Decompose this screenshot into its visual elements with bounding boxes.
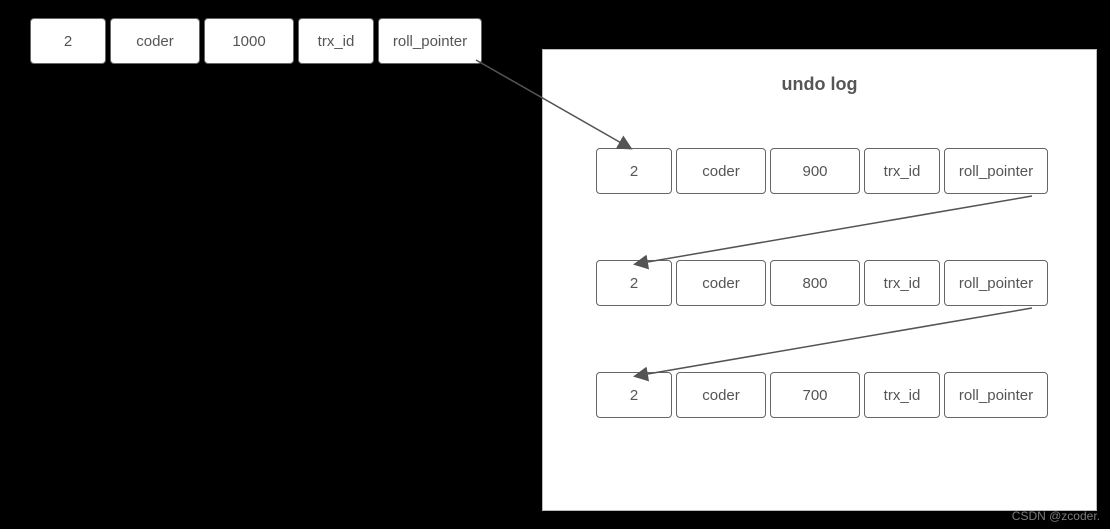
cell-name: coder (676, 372, 766, 418)
cell-trx: trx_id (298, 18, 374, 64)
cell-id: 2 (596, 260, 672, 306)
current-record-row: 2 coder 1000 trx_id roll_pointer (30, 18, 482, 64)
cell-id: 2 (596, 372, 672, 418)
cell-value: 700 (770, 372, 860, 418)
cell-name: coder (676, 148, 766, 194)
undo-row-2: 2 coder 800 trx_id roll_pointer (596, 260, 1048, 306)
cell-name: coder (110, 18, 200, 64)
cell-trx: trx_id (864, 148, 940, 194)
undo-row-3: 2 coder 700 trx_id roll_pointer (596, 372, 1048, 418)
undo-log-title: undo log (543, 74, 1096, 95)
cell-trx: trx_id (864, 260, 940, 306)
cell-name: coder (676, 260, 766, 306)
cell-trx: trx_id (864, 372, 940, 418)
cell-ptr: roll_pointer (944, 260, 1048, 306)
cell-ptr: roll_pointer (378, 18, 482, 64)
cell-value: 900 (770, 148, 860, 194)
cell-value: 1000 (204, 18, 294, 64)
cell-ptr: roll_pointer (944, 148, 1048, 194)
cell-id: 2 (596, 148, 672, 194)
cell-value: 800 (770, 260, 860, 306)
watermark: CSDN @zcoder. (1012, 509, 1100, 523)
cell-ptr: roll_pointer (944, 372, 1048, 418)
cell-id: 2 (30, 18, 106, 64)
undo-row-1: 2 coder 900 trx_id roll_pointer (596, 148, 1048, 194)
